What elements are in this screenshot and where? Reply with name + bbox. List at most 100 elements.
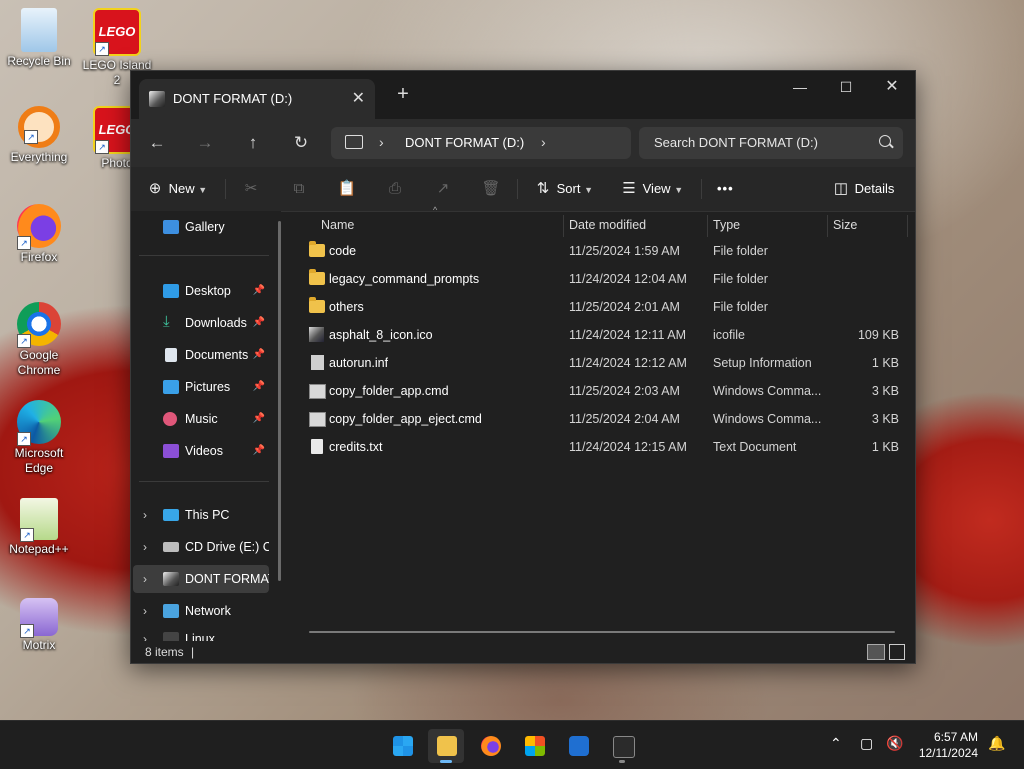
taskbar-firefox[interactable] [472, 729, 508, 763]
taskbar-terminal[interactable] [604, 729, 640, 763]
copy-button[interactable]: ⧉ [289, 177, 309, 201]
start-button[interactable] [384, 729, 420, 763]
pin-icon[interactable]: 📌 [253, 437, 265, 465]
close-tab-icon[interactable]: ✕ [352, 88, 365, 108]
sidebar-scrollbar[interactable] [278, 221, 281, 581]
sort-label: Sort [556, 181, 581, 196]
column-divider[interactable] [707, 215, 708, 237]
sidebar-item-downloads[interactable]: ⤓ Downloads 📌 [133, 309, 269, 337]
file-row[interactable]: code 11/25/2024 1:59 AM File folder [301, 237, 907, 265]
more-options-button[interactable]: ••• [717, 177, 734, 201]
chevron-right-icon[interactable]: › [143, 597, 147, 625]
column-header-date-modified[interactable]: Date modified [569, 211, 646, 239]
paste-button[interactable]: 📋 [337, 177, 357, 201]
search-box[interactable]: Search DONT FORMAT (D:) [639, 127, 903, 159]
file-row[interactable]: legacy_command_prompts 11/24/2024 12:04 … [301, 265, 907, 293]
column-header-size[interactable]: Size [833, 211, 857, 239]
back-button[interactable]: ← [145, 131, 169, 155]
column-header-name[interactable]: Name [321, 211, 354, 239]
column-divider[interactable] [827, 215, 828, 237]
file-row[interactable]: copy_folder_app.cmd 11/25/2024 2:03 AM W… [301, 377, 907, 405]
details-pane-button[interactable]: ◫ Details [831, 177, 894, 201]
store-icon [525, 736, 545, 756]
sidebar-item-gallery[interactable]: Gallery [133, 213, 269, 241]
divider [139, 255, 269, 256]
file-type: Windows Comma... [713, 412, 822, 426]
large-icons-view-icon[interactable] [889, 644, 905, 660]
file-row[interactable]: others 11/25/2024 2:01 AM File folder [301, 293, 907, 321]
cut-button[interactable]: ✂ [241, 177, 261, 201]
drive-icon [149, 91, 165, 107]
desktop-icon-recycle-bin[interactable]: Recycle Bin [1, 8, 77, 69]
chevron-right-icon[interactable]: › [143, 501, 147, 529]
desktop-icon-microsoft-edge[interactable]: ↗ Microsoft Edge [1, 400, 77, 476]
column-divider[interactable] [907, 215, 908, 237]
file-row[interactable]: copy_folder_app_eject.cmd 11/25/2024 2:0… [301, 405, 907, 433]
search-input[interactable]: Search DONT FORMAT (D:) [654, 135, 818, 150]
pin-icon[interactable]: 📌 [253, 405, 265, 433]
firefox-icon [481, 736, 501, 756]
text-file-icon [311, 439, 323, 454]
file-row[interactable]: credits.txt 11/24/2024 12:15 AM Text Doc… [301, 433, 907, 461]
notification-bell-icon[interactable]: 🔔 [988, 735, 1005, 752]
desktop-icon-google-chrome[interactable]: ↗ Google Chrome [1, 302, 77, 378]
chevron-right-icon[interactable]: › [143, 533, 147, 561]
column-header-type[interactable]: Type [713, 211, 740, 239]
pin-icon[interactable]: 📌 [253, 309, 265, 337]
taskbar-microsoft-store[interactable] [516, 729, 552, 763]
file-row[interactable]: asphalt_8_icon.ico 11/24/2024 12:11 AM i… [301, 321, 907, 349]
sidebar-item-linux[interactable]: › Linux [133, 625, 269, 641]
close-window-button[interactable]: ✕ [869, 71, 915, 103]
delete-button[interactable]: 🗑 [481, 177, 501, 201]
tab-dont-format[interactable]: DONT FORMAT (D:) ✕ [139, 79, 375, 119]
sidebar-item-network[interactable]: › Network [133, 597, 269, 625]
taskbar-outlook[interactable] [560, 729, 596, 763]
file-size: 1 KB [871, 356, 899, 370]
clock[interactable]: 6:57 AM 12/11/2024 [919, 729, 978, 761]
chevron-down-icon: ▼ [674, 185, 684, 195]
pin-icon[interactable]: 📌 [253, 341, 265, 369]
up-button[interactable]: ↑ [241, 131, 265, 155]
pin-icon[interactable]: 📌 [253, 277, 265, 305]
chevron-right-icon[interactable]: › [143, 565, 147, 593]
file-type: File folder [713, 272, 768, 286]
column-divider[interactable] [563, 215, 564, 237]
chevron-right-icon[interactable]: › [143, 625, 147, 641]
sort-button[interactable]: ⇅ Sort ▼ [533, 177, 593, 201]
breadcrumb-chevron-icon[interactable]: › [379, 134, 384, 150]
horizontal-scrollbar[interactable] [309, 631, 895, 633]
file-row[interactable]: autorun.inf 11/24/2024 12:12 AM Setup In… [301, 349, 907, 377]
sidebar-item-videos[interactable]: Videos 📌 [133, 437, 269, 465]
pin-icon[interactable]: 📌 [253, 373, 265, 401]
new-button[interactable]: ⊕ New ▼ [145, 177, 207, 201]
sidebar-item-cd-drive[interactable]: › CD Drive (E:) CD [133, 533, 269, 561]
new-tab-button[interactable]: + [389, 83, 417, 106]
volume-muted-icon[interactable]: 🔇 [886, 735, 903, 752]
details-view-icon[interactable] [867, 644, 885, 660]
sidebar-item-documents[interactable]: Documents 📌 [133, 341, 269, 369]
refresh-button[interactable]: ↻ [289, 131, 313, 155]
desktop-icon-everything[interactable]: ↗ Everything [1, 106, 77, 165]
sidebar-item-label: Linux [185, 632, 215, 641]
chevron-up-icon[interactable]: ⌃ [830, 735, 842, 752]
taskbar-file-explorer[interactable] [428, 729, 464, 763]
address-bar[interactable]: › DONT FORMAT (D:) › [331, 127, 631, 159]
desktop-icon-motrix[interactable]: ↗ Motrix [1, 598, 77, 653]
sidebar-item-this-pc[interactable]: › This PC [133, 501, 269, 529]
share-button[interactable]: ↗ [433, 177, 453, 201]
breadcrumb-location[interactable]: DONT FORMAT (D:) [405, 135, 524, 150]
view-button[interactable]: ☰ View ▼ [619, 177, 683, 201]
sidebar-item-music[interactable]: Music 📌 [133, 405, 269, 433]
desktop-icon-firefox[interactable]: ↗ Firefox [1, 204, 77, 265]
sidebar-item-pictures[interactable]: Pictures 📌 [133, 373, 269, 401]
file-size: 109 KB [857, 328, 899, 342]
rename-button[interactable]: ⎙ [385, 177, 405, 201]
breadcrumb-chevron-icon[interactable]: › [541, 134, 546, 150]
maximize-button[interactable]: ☐ [823, 71, 869, 103]
minimize-button[interactable]: — [777, 71, 823, 103]
sidebar-item-desktop[interactable]: Desktop 📌 [133, 277, 269, 305]
sidebar-item-dont-format[interactable]: › DONT FORMAT [133, 565, 269, 593]
network-icon[interactable]: ▢ [860, 735, 873, 752]
forward-button[interactable]: → [193, 131, 217, 155]
desktop-icon-notepad-plus-plus[interactable]: ↗ Notepad++ [1, 498, 77, 557]
